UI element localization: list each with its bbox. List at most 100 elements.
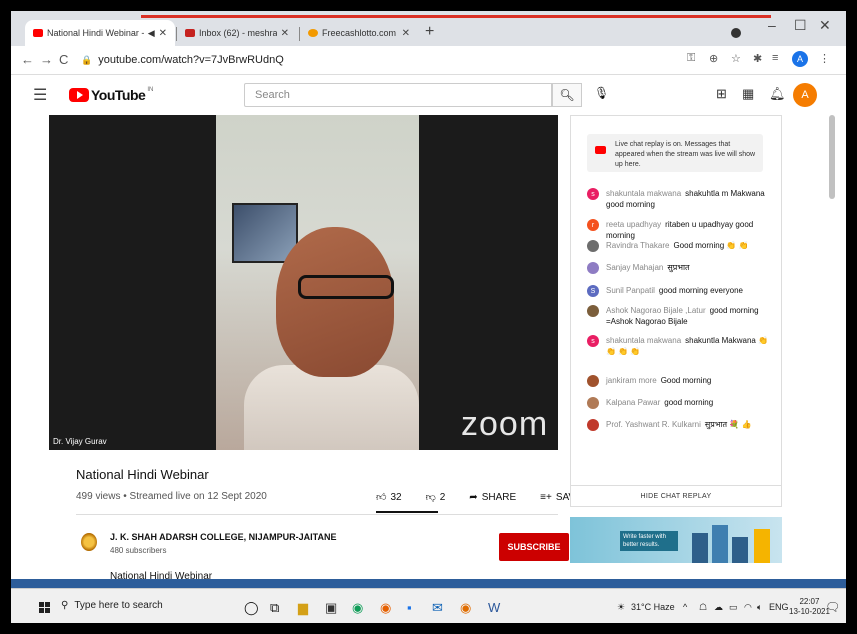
taskbar-search[interactable]: ⚲ Type here to search xyxy=(61,600,163,611)
chat-author[interactable]: jankiram more xyxy=(606,376,657,385)
chat-avatar xyxy=(587,262,599,274)
create-video-icon[interactable]: ⊞ xyxy=(716,86,727,102)
zoom-watermark: zoom xyxy=(461,405,549,443)
youtube-icon xyxy=(595,146,606,154)
youtube-header: ☰ YouTube IN Search 🔍︎ 🎙︎ ⊞ ▦ 🔔︎ A xyxy=(11,75,846,115)
chat-author[interactable]: Kalpana Pawar xyxy=(606,398,660,407)
youtube-logo[interactable]: YouTube IN xyxy=(69,87,153,103)
back-button[interactable]: ← xyxy=(21,52,34,67)
volume-icon[interactable]: 🔈︎ xyxy=(757,602,762,613)
key-icon[interactable]: ⚿ xyxy=(687,52,695,65)
close-window-button[interactable]: ✕ xyxy=(819,17,831,34)
video-meta: 499 views • Streamed live on 12 Sept 202… xyxy=(76,491,267,502)
subscribe-button[interactable]: SUBSCRIBE xyxy=(499,533,569,561)
video-player[interactable]: zoom Dr. Vijay Gurav xyxy=(49,115,558,450)
reading-list-icon[interactable]: ≡ xyxy=(772,52,778,64)
apps-grid-icon[interactable]: ▦ xyxy=(742,86,754,102)
word-icon[interactable]: W xyxy=(488,600,500,615)
thumbs-down-icon: 👎︎ xyxy=(425,492,436,503)
firefox-icon[interactable]: ◉ xyxy=(380,600,391,616)
install-icon[interactable]: ⊕ xyxy=(709,52,718,65)
tray-chevron-icon[interactable]: ^ xyxy=(683,602,687,612)
chat-message: r reeta upadhyay ritaben u upadhyay good m… xyxy=(587,219,777,241)
user-avatar[interactable]: A xyxy=(793,83,817,107)
hamburger-menu-icon[interactable]: ☰ xyxy=(33,85,47,105)
tab-close-icon[interactable]: ✕ xyxy=(402,28,410,39)
chat-author[interactable]: Prof. Yashwant R. Kulkarni xyxy=(606,420,701,429)
chat-avatar xyxy=(587,397,599,409)
notification-center-icon[interactable]: 🗨︎ xyxy=(825,600,840,614)
browser-menu-icon[interactable]: ⋮ xyxy=(819,52,830,65)
url-field[interactable]: 🔒 youtube.com/watch?v=7JvBrwRUdnQ xyxy=(81,50,681,70)
hide-chat-replay-button[interactable]: HIDE CHAT REPLAY xyxy=(570,485,782,507)
browser-app-icon[interactable]: ◉ xyxy=(460,600,471,616)
search-button[interactable]: 🔍︎ xyxy=(552,83,582,107)
mic-icon[interactable]: 🎙︎ xyxy=(594,86,609,100)
task-view-icon[interactable]: ⧉ xyxy=(270,600,279,616)
chat-avatar: S xyxy=(587,285,599,297)
page-scrollbar[interactable] xyxy=(829,115,835,199)
chat-author[interactable]: Ravindra Thakare xyxy=(606,241,669,250)
dislike-button[interactable]: 👎︎ 2 xyxy=(425,491,458,504)
minimize-button[interactable]: – xyxy=(768,17,776,33)
reload-button[interactable]: C xyxy=(59,52,68,67)
chat-message: s shakuntala makwana shakuhtla m Makwana g… xyxy=(587,188,777,210)
chat-avatar xyxy=(587,419,599,431)
tab-close-icon[interactable]: ✕ xyxy=(159,28,167,39)
chat-author[interactable]: Sanjay Mahajan xyxy=(606,263,663,272)
language-indicator[interactable]: ENG xyxy=(769,602,789,612)
tab-title: Inbox (62) - meshram81@gmail. xyxy=(199,28,277,38)
search-input[interactable]: Search xyxy=(244,83,552,107)
tab-youtube[interactable]: National Hindi Webinar - Yo ◀ ✕ xyxy=(25,20,175,46)
ad-banner[interactable]: Write faster with better results. xyxy=(570,517,782,563)
chat-author[interactable]: shakuntala makwana xyxy=(606,189,681,198)
mail-icon[interactable]: ✉ xyxy=(432,600,443,616)
battery-icon[interactable]: ▭ xyxy=(729,602,738,613)
maximize-button[interactable]: ☐ xyxy=(794,17,807,34)
file-explorer-icon[interactable]: ▆ xyxy=(298,600,308,616)
bookmark-star-icon[interactable]: ☆ xyxy=(731,52,741,65)
youtube-favicon-icon xyxy=(33,29,43,37)
speaker-video-frame xyxy=(216,115,419,450)
chat-avatar: s xyxy=(587,335,599,347)
start-button[interactable] xyxy=(39,602,50,613)
system-clock[interactable]: 22:07 13-10-2021 xyxy=(789,597,830,617)
cortana-icon[interactable]: ◯ xyxy=(244,600,259,616)
gmail-favicon-icon xyxy=(185,29,195,37)
chat-author[interactable]: Sunil Panpatil xyxy=(606,286,655,295)
speaker-icon[interactable]: ◀ xyxy=(148,28,155,39)
network-icon[interactable]: ☖ xyxy=(699,602,707,613)
app-icon[interactable]: ▪ xyxy=(407,600,412,615)
chat-text: good morning everyone xyxy=(658,286,743,295)
weather-text[interactable]: 31°C Haze xyxy=(631,602,675,612)
tab-title: Freecashlotto.com xyxy=(322,28,397,38)
new-tab-button[interactable]: + xyxy=(425,23,434,41)
chat-message: S Sunil Panpatil good morning everyone xyxy=(587,285,777,297)
chrome-icon[interactable]: ◉ xyxy=(352,600,363,616)
cloud-icon[interactable]: ☁ xyxy=(714,602,723,613)
extensions-icon[interactable]: ✱ xyxy=(753,52,762,65)
tab-gmail[interactable]: Inbox (62) - meshram81@gmail. ✕ xyxy=(177,20,297,46)
thumbs-up-icon: 👍︎ xyxy=(376,492,387,503)
profile-avatar[interactable]: A xyxy=(792,51,808,67)
tab-close-icon[interactable]: ✕ xyxy=(281,28,289,39)
chat-avatar xyxy=(587,375,599,387)
chat-author[interactable]: shakuntala makwana xyxy=(606,336,681,345)
channel-name[interactable]: J. K. SHAH ADARSH COLLEGE, NIJAMPUR-JAIT… xyxy=(110,532,337,542)
notifications-bell-icon[interactable]: 🔔︎ xyxy=(769,86,786,102)
tab-title: National Hindi Webinar - Yo xyxy=(47,28,146,38)
tab-search-icon[interactable] xyxy=(731,28,741,38)
like-count: 32 xyxy=(390,491,402,503)
ad-building xyxy=(712,525,728,563)
channel-avatar[interactable] xyxy=(81,533,97,551)
forward-button[interactable]: → xyxy=(40,52,53,67)
like-button[interactable]: 👍︎ 32 xyxy=(376,491,414,504)
tab-freecashlotto[interactable]: Freecashlotto.com ✕ xyxy=(300,20,418,46)
chat-author[interactable]: reeta upadhyay xyxy=(606,220,661,229)
chat-avatar: r xyxy=(587,219,599,231)
wifi-icon[interactable]: ◠ xyxy=(744,602,752,613)
share-button[interactable]: ➦ SHARE xyxy=(469,492,528,503)
chat-author[interactable]: Ashok Nagorao Bijale ,Latur xyxy=(606,306,706,315)
browser-window: National Hindi Webinar - Yo ◀ ✕ Inbox (6… xyxy=(11,11,846,623)
store-icon[interactable]: ▣ xyxy=(325,600,337,616)
